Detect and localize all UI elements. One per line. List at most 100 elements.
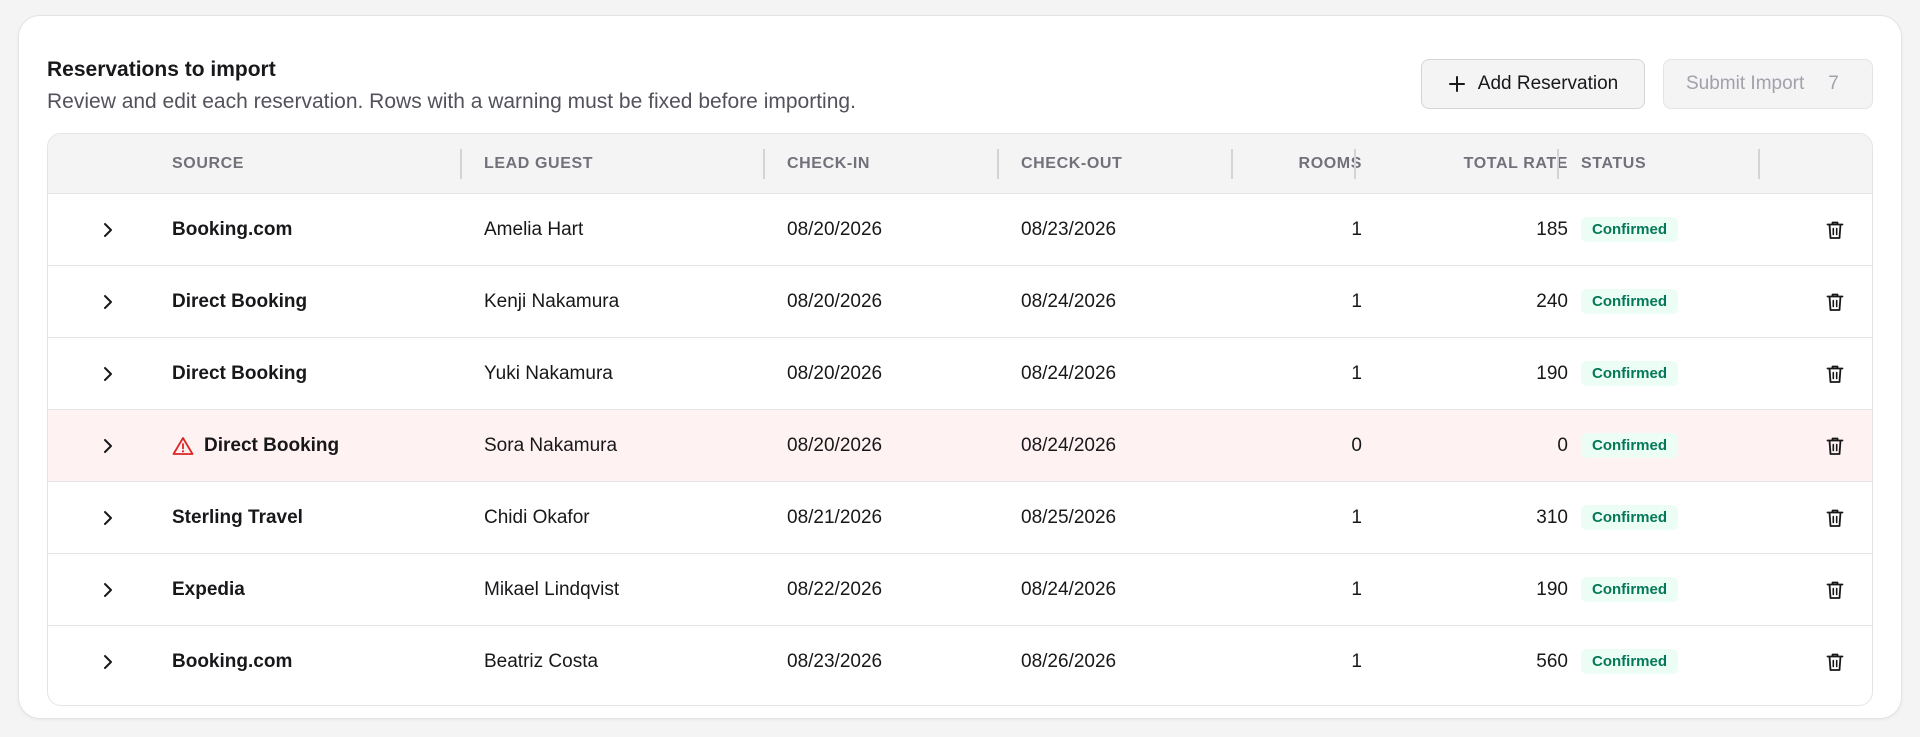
cell-source[interactable]: Expedia <box>172 554 245 625</box>
table-row[interactable]: Direct Booking Yuki Nakamura 08/20/2026 … <box>48 338 1872 410</box>
cell-status[interactable]: Confirmed <box>1581 626 1678 697</box>
cell-status[interactable]: Confirmed <box>1581 338 1678 409</box>
chevron-right-icon <box>104 222 112 237</box>
cell-source[interactable]: Direct Booking <box>172 410 339 481</box>
delete-row-button[interactable] <box>1824 338 1846 409</box>
header-actions: Add Reservation Submit Import 7 <box>1421 59 1873 109</box>
expand-row-button[interactable] <box>96 554 120 625</box>
cell-check-out[interactable]: 08/24/2026 <box>1021 410 1116 481</box>
chevron-right-icon <box>104 510 112 525</box>
cell-source[interactable]: Booking.com <box>172 626 292 697</box>
cell-total-rate[interactable]: 240 <box>1368 266 1568 337</box>
cell-check-in[interactable]: 08/20/2026 <box>787 410 882 481</box>
column-divider[interactable] <box>1557 149 1559 179</box>
column-divider[interactable] <box>1758 149 1760 179</box>
column-divider[interactable] <box>997 149 999 179</box>
column-divider[interactable] <box>460 149 462 179</box>
delete-row-button[interactable] <box>1824 410 1846 481</box>
expand-row-button[interactable] <box>96 338 120 409</box>
column-divider[interactable] <box>1354 149 1356 179</box>
column-header-rooms[interactable]: ROOMS <box>1238 134 1362 194</box>
cell-rooms[interactable]: 0 <box>1238 410 1362 481</box>
status-badge: Confirmed <box>1581 649 1678 674</box>
cell-check-in[interactable]: 08/21/2026 <box>787 482 882 553</box>
delete-row-button[interactable] <box>1824 626 1846 697</box>
cell-rooms[interactable]: 1 <box>1238 482 1362 553</box>
expand-row-button[interactable] <box>96 266 120 337</box>
cell-lead-guest[interactable]: Amelia Hart <box>484 194 583 265</box>
source-text: Booking.com <box>172 650 293 672</box>
column-header-check-in[interactable]: CHECK-IN <box>787 134 870 194</box>
cell-check-in[interactable]: 08/20/2026 <box>787 266 882 337</box>
plus-icon <box>1448 75 1466 93</box>
cell-check-out[interactable]: 08/24/2026 <box>1021 266 1116 337</box>
cell-lead-guest[interactable]: Mikael Lindqvist <box>484 554 619 625</box>
cell-rooms[interactable]: 1 <box>1238 554 1362 625</box>
cell-lead-guest[interactable]: Kenji Nakamura <box>484 266 619 337</box>
cell-lead-guest[interactable]: Sora Nakamura <box>484 410 617 481</box>
expand-row-button[interactable] <box>96 626 120 697</box>
cell-check-out[interactable]: 08/24/2026 <box>1021 338 1116 409</box>
submit-import-count: 7 <box>1828 73 1839 94</box>
cell-status[interactable]: Confirmed <box>1581 410 1678 481</box>
cell-status[interactable]: Confirmed <box>1581 266 1678 337</box>
cell-check-out[interactable]: 08/24/2026 <box>1021 554 1116 625</box>
add-reservation-label: Add Reservation <box>1477 73 1619 94</box>
cell-source[interactable]: Booking.com <box>172 194 292 265</box>
cell-check-out[interactable]: 08/23/2026 <box>1021 194 1116 265</box>
column-divider[interactable] <box>763 149 765 179</box>
cell-check-out[interactable]: 08/25/2026 <box>1021 482 1116 553</box>
expand-row-button[interactable] <box>96 410 120 481</box>
status-badge: Confirmed <box>1581 505 1678 530</box>
table-row[interactable]: Expedia Mikael Lindqvist 08/22/2026 08/2… <box>48 554 1872 626</box>
expand-row-button[interactable] <box>96 194 120 265</box>
table-row[interactable]: Direct Booking Kenji Nakamura 08/20/2026… <box>48 266 1872 338</box>
table-row[interactable]: Direct Booking Sora Nakamura 08/20/2026 … <box>48 410 1872 482</box>
cell-check-in[interactable]: 08/23/2026 <box>787 626 882 697</box>
status-badge: Confirmed <box>1581 577 1678 602</box>
cell-lead-guest[interactable]: Chidi Okafor <box>484 482 590 553</box>
cell-status[interactable]: Confirmed <box>1581 482 1678 553</box>
column-header-lead-guest[interactable]: LEAD GUEST <box>484 134 593 194</box>
cell-rooms[interactable]: 1 <box>1238 194 1362 265</box>
delete-row-button[interactable] <box>1824 554 1846 625</box>
table-row[interactable]: Booking.com Beatriz Costa 08/23/2026 08/… <box>48 626 1872 698</box>
cell-total-rate[interactable]: 310 <box>1368 482 1568 553</box>
cell-source[interactable]: Direct Booking <box>172 266 307 337</box>
column-divider[interactable] <box>1231 149 1233 179</box>
cell-total-rate[interactable]: 185 <box>1368 194 1568 265</box>
cell-rooms[interactable]: 1 <box>1238 626 1362 697</box>
cell-check-in[interactable]: 08/22/2026 <box>787 554 882 625</box>
delete-row-button[interactable] <box>1824 194 1846 265</box>
status-badge: Confirmed <box>1581 361 1678 386</box>
column-header-check-out[interactable]: CHECK-OUT <box>1021 134 1122 194</box>
reservations-card: Reservations to import Review and edit e… <box>18 15 1902 719</box>
table-row[interactable]: Booking.com Amelia Hart 08/20/2026 08/23… <box>48 194 1872 266</box>
cell-source[interactable]: Direct Booking <box>172 338 307 409</box>
delete-row-button[interactable] <box>1824 482 1846 553</box>
column-header-status[interactable]: STATUS <box>1581 134 1646 194</box>
column-header-source[interactable]: SOURCE <box>172 134 244 194</box>
cell-source[interactable]: Sterling Travel <box>172 482 303 553</box>
cell-check-in[interactable]: 08/20/2026 <box>787 338 882 409</box>
table-row[interactable]: Sterling Travel Chidi Okafor 08/21/2026 … <box>48 482 1872 554</box>
add-reservation-button[interactable]: Add Reservation <box>1421 59 1645 109</box>
cell-rooms[interactable]: 1 <box>1238 338 1362 409</box>
cell-rooms[interactable]: 1 <box>1238 266 1362 337</box>
chevron-right-icon <box>104 294 112 309</box>
cell-status[interactable]: Confirmed <box>1581 554 1678 625</box>
cell-lead-guest[interactable]: Yuki Nakamura <box>484 338 613 409</box>
cell-check-out[interactable]: 08/26/2026 <box>1021 626 1116 697</box>
cell-total-rate[interactable]: 190 <box>1368 554 1568 625</box>
delete-row-button[interactable] <box>1824 266 1846 337</box>
cell-total-rate[interactable]: 190 <box>1368 338 1568 409</box>
submit-import-button[interactable]: Submit Import 7 <box>1663 59 1873 109</box>
cell-total-rate[interactable]: 0 <box>1368 410 1568 481</box>
cell-status[interactable]: Confirmed <box>1581 194 1678 265</box>
cell-total-rate[interactable]: 560 <box>1368 626 1568 697</box>
cell-lead-guest[interactable]: Beatriz Costa <box>484 626 598 697</box>
warning-triangle-icon <box>172 436 194 456</box>
cell-check-in[interactable]: 08/20/2026 <box>787 194 882 265</box>
expand-row-button[interactable] <box>96 482 120 553</box>
column-header-total-rate[interactable]: TOTAL RATE <box>1368 134 1568 194</box>
